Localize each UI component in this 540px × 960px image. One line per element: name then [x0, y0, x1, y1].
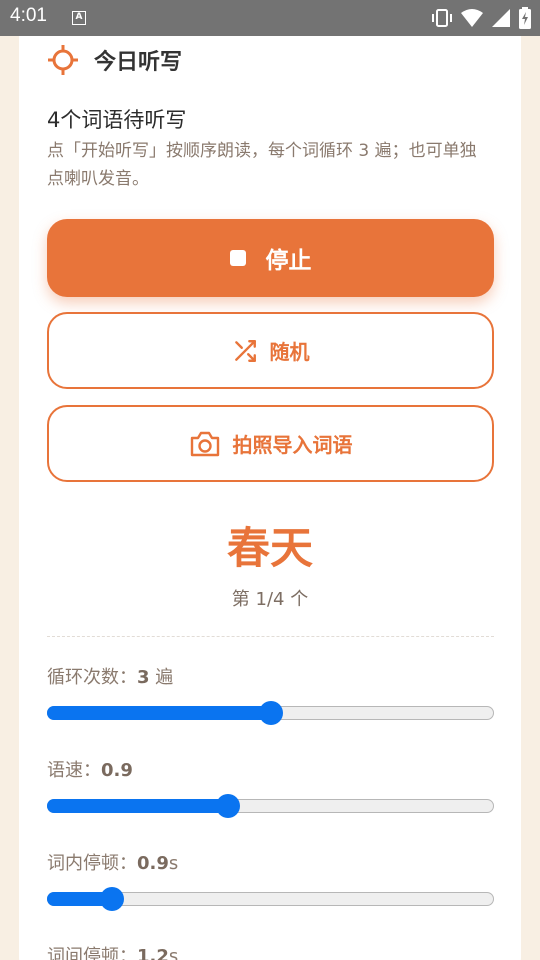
stop-button-label: 停止	[265, 248, 312, 274]
loop-count-value: 3	[137, 667, 150, 688]
loop-count-label: 循环次数：3 遍	[47, 667, 174, 688]
speed-label: 语速：0.9	[47, 760, 133, 781]
shuffle-icon	[234, 339, 256, 362]
divider	[47, 636, 494, 637]
slider-thumb[interactable]	[216, 794, 241, 818]
photo-import-button[interactable]: 拍照导入词语	[47, 405, 494, 482]
slider-thumb[interactable]	[99, 887, 124, 911]
notification-icon: A	[72, 11, 86, 25]
camera-icon	[190, 431, 219, 456]
inter-word-pause-label: 词间停顿：1.2s	[47, 942, 178, 960]
speed-value: 0.9	[101, 760, 133, 781]
stop-button[interactable]: 停止	[47, 219, 494, 297]
photo-import-button-label: 拍照导入词语	[232, 433, 353, 457]
intra-word-pause-slider[interactable]	[47, 887, 494, 911]
status-time: 4:01	[10, 5, 47, 26]
slider-fill	[47, 799, 229, 813]
current-word: 春天	[227, 524, 313, 574]
slider-fill	[47, 706, 271, 720]
wifi-icon	[461, 9, 483, 27]
status-bar: 4:01 A	[0, 0, 540, 36]
target-icon	[48, 45, 78, 75]
dictation-card: 今日听写 4个词语待听写 点「开始听写」按顺序朗读，每个词循环 3 遍；也可单独…	[19, 36, 521, 960]
random-button[interactable]: 随机	[47, 312, 494, 389]
intra-word-pause-value: 0.9	[137, 853, 169, 874]
loop-count-slider[interactable]	[47, 701, 494, 725]
battery-icon	[519, 7, 531, 29]
signal-icon	[492, 9, 510, 27]
status-icons	[430, 6, 532, 30]
random-button-label: 随机	[269, 340, 310, 364]
instructions-text: 点「开始听写」按顺序朗读，每个词循环 3 遍；也可单独点喇叭发音。	[47, 141, 477, 189]
speed-slider[interactable]	[47, 794, 494, 818]
card-header: 今日听写	[48, 45, 182, 75]
intra-word-pause-label: 词内停顿：0.9s	[47, 853, 179, 874]
slider-thumb[interactable]	[258, 701, 283, 725]
pending-count: 4个词语待听写	[47, 108, 187, 132]
word-progress: 第 1/4 个	[231, 589, 309, 610]
vibrate-icon	[432, 9, 452, 27]
page-title: 今日听写	[94, 50, 183, 75]
stop-icon	[229, 250, 246, 266]
inter-word-pause-value: 1.2	[137, 946, 169, 960]
